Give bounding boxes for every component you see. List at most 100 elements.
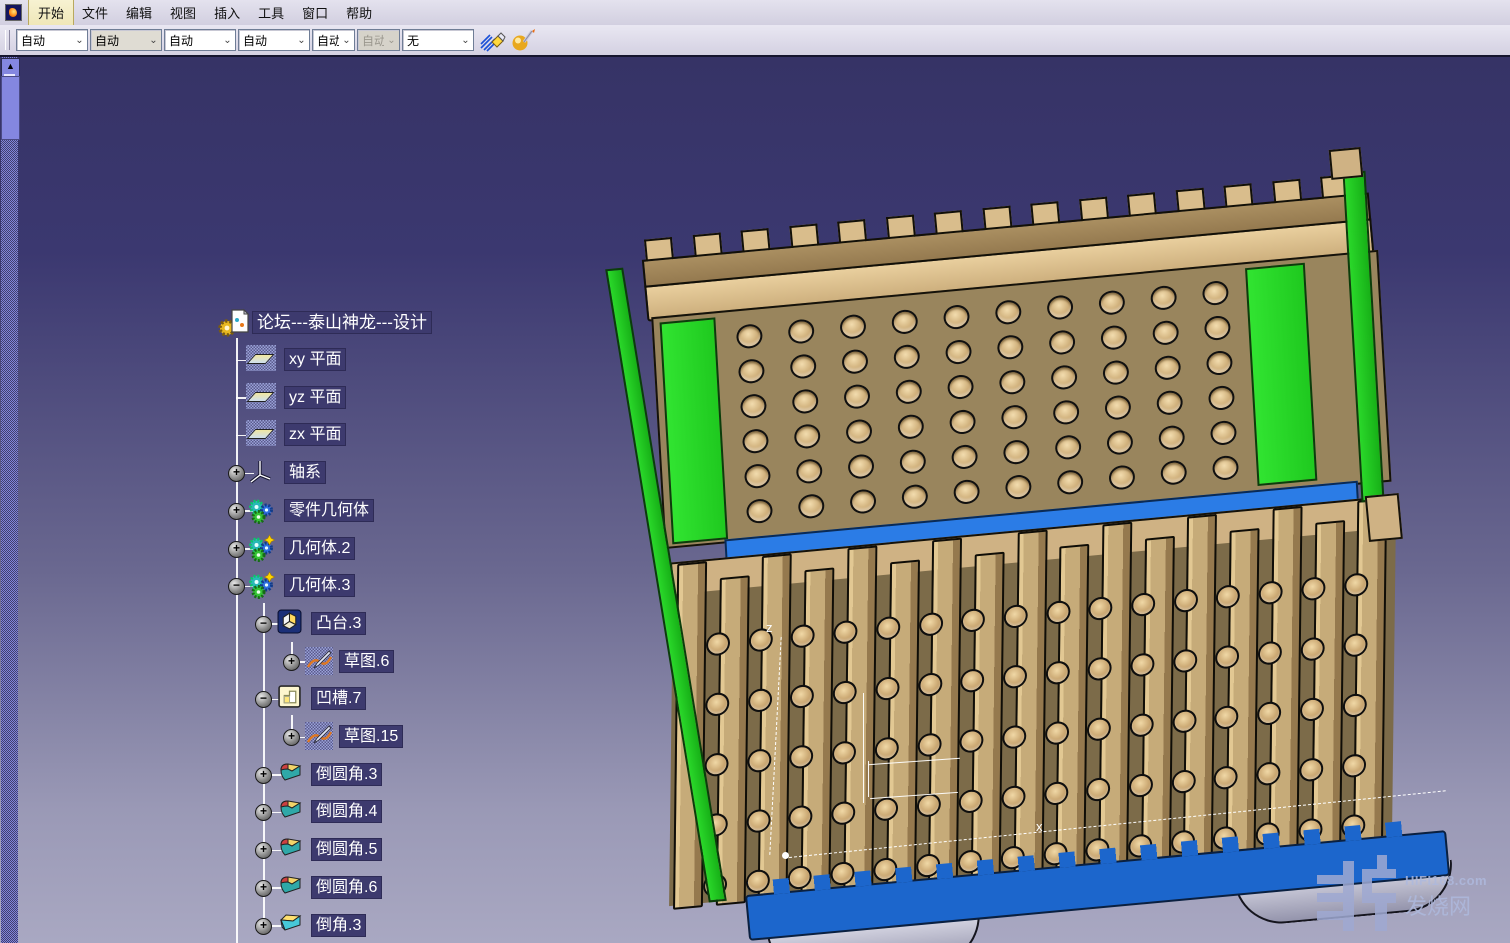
tree-item-5[interactable]: 几何体.2 xyxy=(284,537,355,560)
tree-item-4[interactable]: 零件几何体 xyxy=(284,499,374,522)
plate-boss xyxy=(742,428,769,454)
tree-expander-8[interactable]: + xyxy=(283,654,300,671)
combo-1[interactable]: 自动⌄ xyxy=(90,29,162,51)
tree-expander-5[interactable]: + xyxy=(228,541,245,558)
tree-expander-11[interactable]: + xyxy=(255,767,272,784)
tree-expander-9[interactable]: − xyxy=(255,691,272,708)
tree-item-12[interactable]: 倒圆角.4 xyxy=(311,800,382,823)
tree-item-7[interactable]: 凸台.3 xyxy=(311,612,366,635)
tree-icon-chamfer[interactable] xyxy=(277,911,304,940)
menu-item-5[interactable]: 工具 xyxy=(249,0,293,25)
plate-boss xyxy=(999,369,1026,395)
tree-icon-body-star[interactable] xyxy=(246,534,277,569)
model-right-bottom-corner xyxy=(1365,493,1403,542)
combo-5[interactable]: 自动⌄ xyxy=(357,29,400,51)
tree-item-1[interactable]: yz 平面 xyxy=(284,386,346,409)
plate-boss xyxy=(1160,460,1187,486)
menu-item-1[interactable]: 文件 xyxy=(73,0,117,25)
plate-boss xyxy=(1206,350,1233,376)
model-fin xyxy=(886,560,920,891)
tree-item-10[interactable]: 草图.15 xyxy=(339,725,403,748)
tree-expander-13[interactable]: + xyxy=(255,842,272,859)
menu-item-6[interactable]: 窗口 xyxy=(293,0,337,25)
combo-3[interactable]: 自动⌄ xyxy=(238,29,310,51)
toolbar-grip[interactable] xyxy=(5,30,10,50)
plate-boss xyxy=(740,393,767,419)
menu-item-0[interactable]: 开始 xyxy=(29,0,73,25)
plate-boss xyxy=(1102,359,1129,385)
chevron-down-icon: ⌄ xyxy=(458,30,473,50)
tree-item-11[interactable]: 倒圆角.3 xyxy=(311,763,382,786)
tree-item-14[interactable]: 倒圆角.6 xyxy=(311,876,382,899)
tree-icon-fillet[interactable] xyxy=(277,797,304,826)
plate-boss xyxy=(738,358,765,384)
scrollbar-track[interactable] xyxy=(1,57,18,943)
tree-item-0[interactable]: xy 平面 xyxy=(284,348,346,371)
model-fin xyxy=(1056,544,1090,875)
tree-icon-body[interactable] xyxy=(246,496,277,531)
tree-icon-sketch[interactable] xyxy=(305,647,333,675)
tree-icon-pad[interactable] xyxy=(277,609,302,639)
plate-boss xyxy=(1208,385,1235,411)
tree-icon-pocket[interactable] xyxy=(277,684,302,714)
model-fin xyxy=(1183,514,1217,863)
menu-item-2[interactable]: 编辑 xyxy=(117,0,161,25)
left-scrollbar[interactable]: ▲ xyxy=(0,57,19,943)
plate-boss xyxy=(943,304,970,330)
tree-icon-plane[interactable] xyxy=(246,420,276,446)
plate-boss xyxy=(1202,280,1229,306)
plate-boss xyxy=(1104,394,1131,420)
tree-expander-4[interactable]: + xyxy=(228,503,245,520)
watermark-site: HIFI168.com xyxy=(1405,873,1487,888)
combo-6[interactable]: 无⌄ xyxy=(402,29,474,51)
viewport-3d[interactable]: ▲ z x 论坛---泰山神龙---设计xy 平面yz 平面zx 平面+ xyxy=(0,57,1510,943)
menu-item-7[interactable]: 帮助 xyxy=(337,0,381,25)
tree-item-2[interactable]: zx 平面 xyxy=(284,423,346,446)
tree-item-6[interactable]: 几何体.3 xyxy=(284,574,355,597)
plate-boss xyxy=(1001,404,1028,430)
tree-icon-fillet[interactable] xyxy=(277,835,304,864)
tree-expander-12[interactable]: + xyxy=(255,804,272,821)
tree-expander-3[interactable]: + xyxy=(228,465,245,482)
plate-boss xyxy=(1100,324,1127,350)
tree-item-13[interactable]: 倒圆角.5 xyxy=(311,838,382,861)
tree-icon-sketch[interactable] xyxy=(305,722,333,750)
tree-expander-7[interactable]: − xyxy=(255,616,272,633)
chevron-down-icon: ⌄ xyxy=(339,30,354,50)
plate-boss xyxy=(1053,399,1080,425)
tree-expander-15[interactable]: + xyxy=(255,918,272,935)
tree-item-8[interactable]: 草图.6 xyxy=(339,650,394,673)
tree-item-15[interactable]: 倒角.3 xyxy=(311,914,366,937)
tree-icon-fillet[interactable] xyxy=(277,760,304,789)
plate-boss xyxy=(947,374,974,400)
menu-item-4[interactable]: 插入 xyxy=(205,0,249,25)
tree-root-label[interactable]: 论坛---泰山神龙---设计 xyxy=(252,311,432,334)
tree-expander-10[interactable]: + xyxy=(283,729,300,746)
plate-boss xyxy=(1150,285,1177,311)
paint-brush-icon[interactable] xyxy=(479,27,506,53)
combo-2[interactable]: 自动⌄ xyxy=(164,29,236,51)
tree-expander-14[interactable]: + xyxy=(255,880,272,897)
tree-icon-axis[interactable] xyxy=(246,458,274,491)
plate-boss xyxy=(1055,434,1082,460)
plate-boss xyxy=(736,323,763,349)
tree-root-icon[interactable] xyxy=(218,308,252,345)
x-axis-label: x xyxy=(1036,819,1043,834)
tree-expander-6[interactable]: − xyxy=(228,578,245,595)
tree-icon-plane[interactable] xyxy=(246,383,276,409)
plate-boss xyxy=(995,299,1022,325)
plate-boss xyxy=(951,444,978,470)
scrollbar-up-icon[interactable]: ▲ xyxy=(1,58,20,77)
material-sphere-icon[interactable] xyxy=(509,27,536,53)
tree-item-9[interactable]: 凹槽.7 xyxy=(311,687,366,710)
tree-item-3[interactable]: 轴系 xyxy=(284,461,326,484)
tree-icon-plane[interactable] xyxy=(246,345,276,371)
combo-4[interactable]: 自动⌄ xyxy=(312,29,355,51)
plate-boss xyxy=(997,334,1024,360)
scrollbar-thumb[interactable] xyxy=(1,76,20,140)
tree-icon-body-star[interactable] xyxy=(246,571,277,606)
menu-item-3[interactable]: 视图 xyxy=(161,0,205,25)
plate-boss xyxy=(1050,364,1077,390)
tree-icon-fillet[interactable] xyxy=(277,873,304,902)
combo-0[interactable]: 自动⌄ xyxy=(16,29,88,51)
